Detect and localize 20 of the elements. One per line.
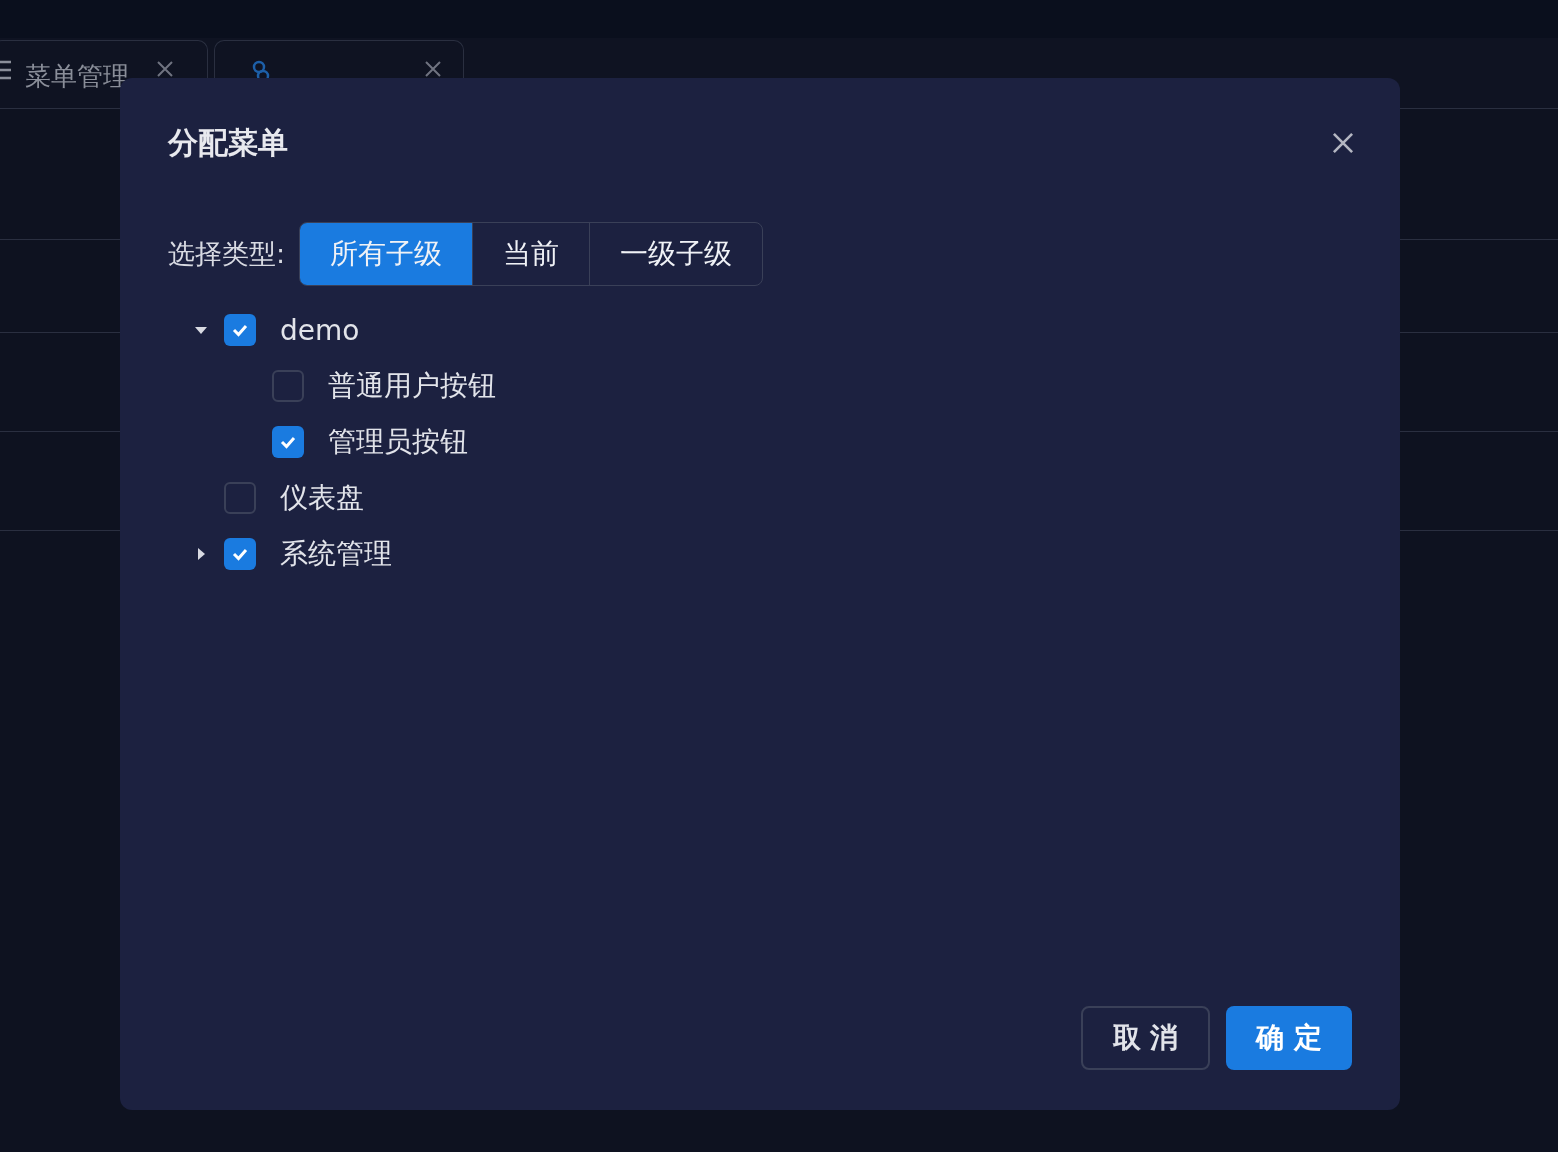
checkbox[interactable] [272, 370, 304, 402]
field-label: 选择类型: [168, 237, 286, 271]
checkbox[interactable] [224, 482, 256, 514]
checkbox[interactable] [272, 426, 304, 458]
confirm-button[interactable]: 确 定 [1226, 1006, 1352, 1070]
dialog-title: 分配菜单 [168, 123, 288, 162]
tree-item-label[interactable]: demo [280, 313, 360, 347]
close-icon[interactable] [423, 59, 443, 79]
checkbox[interactable] [224, 314, 256, 346]
tab-label: 菜单管理 [25, 60, 129, 93]
segment-option[interactable]: 所有子级 [300, 223, 473, 285]
tree-item-label[interactable]: 管理员按钮 [328, 423, 468, 461]
tree-item-label[interactable]: 系统管理 [280, 535, 392, 573]
checkbox[interactable] [224, 538, 256, 570]
cancel-button[interactable]: 取 消 [1080, 1006, 1211, 1070]
tree-item-label[interactable]: 普通用户按钮 [328, 367, 496, 405]
segment-option[interactable]: 一级子级 [589, 223, 763, 285]
tree-item-label[interactable]: 仪表盘 [280, 479, 364, 517]
close-icon[interactable] [155, 59, 175, 79]
segment-option[interactable]: 当前 [472, 223, 590, 285]
